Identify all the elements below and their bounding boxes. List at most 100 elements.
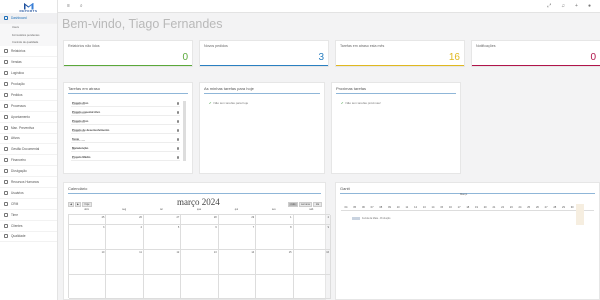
calendar-day[interactable] [181,275,219,299]
calendar-day[interactable]: 5 [143,225,182,250]
prev-button[interactable]: ◀ [68,202,74,207]
day-number: 9 [327,226,329,229]
sidebar-item-0[interactable]: Dashboard [0,13,57,24]
calendar-day[interactable]: 4 [106,225,144,250]
sidebar-item-label: Recursos Humanos [11,180,39,185]
brand-logo[interactable]: REPORTS [0,0,57,13]
stat-card[interactable]: Tarefas em atraso esta mês 16 [335,40,465,67]
sidebar-item-label: Pedidos [11,92,23,97]
task-row[interactable]: Teste Relatório: nao [71,137,180,143]
sidebar-item-10[interactable]: Gestão Documental [0,144,57,156]
nav-icon [4,158,8,163]
sidebar-item-11[interactable]: Financeiro [0,155,57,167]
calendar-panel: Calendário ◀ ▶ hoje março 2024 mês seman… [63,182,331,300]
view-week-button[interactable]: semana [299,202,312,207]
calendar-day[interactable]: 16 [293,250,331,275]
calendar-day[interactable]: 26 [106,215,144,225]
sidebar-item-8[interactable]: Man. Preventiva [0,123,57,134]
search-icon[interactable]: ⌕ [80,3,83,9]
calendar-day[interactable]: 25 [69,215,107,225]
search-icon[interactable] [176,129,179,132]
calendar-day[interactable]: 7 [218,225,257,250]
today-button[interactable]: hoje [82,202,92,207]
calendar-day[interactable]: 8 [256,225,294,250]
user-icon[interactable]: ● [588,3,591,9]
calendar-day[interactable] [218,275,257,299]
calendar-day[interactable] [143,275,182,299]
calendar-day[interactable]: 12 [143,250,182,275]
expand-icon[interactable]: ⤢ [547,3,551,9]
calendar-day[interactable]: 6 [181,225,219,250]
sidebar-item-16[interactable]: Time [0,210,57,221]
search-icon[interactable] [176,156,179,159]
day-number: 4 [140,226,142,229]
sidebar-subitem[interactable]: Users [0,23,57,32]
search-icon[interactable] [176,120,179,123]
stat-card[interactable]: Novos pedidos 3 [199,40,329,67]
calendar-day[interactable]: 2 [293,215,331,225]
sidebar-item-3[interactable]: Logística [0,68,57,80]
menu-icon[interactable]: ≡ [67,3,70,9]
search-icon[interactable] [176,102,179,105]
calendar-day[interactable]: 27 [143,215,182,225]
view-month-button[interactable]: mês [288,202,298,207]
calendar-day[interactable]: 28 [181,215,219,225]
view-day-button[interactable]: dia [313,202,322,207]
sidebar-item-label: Divulgação [11,169,27,174]
sidebar-item-label: Vendas [11,60,22,65]
nav-icon [4,82,8,86]
task-row[interactable]: Projeto de desenvolvimento Relatório: nao [71,128,180,134]
task-row[interactable]: Projeto Alvo Relatório: nao [71,119,180,125]
calendar-day[interactable] [293,275,331,299]
sidebar-item-13[interactable]: Recursos Humanos [0,177,57,188]
nav-icon [4,234,8,239]
sidebar-item-1[interactable]: Relatórios [0,46,57,58]
nav-icon [4,103,8,108]
nav-icon [4,190,8,195]
sidebar-item-5[interactable]: Pedidos [0,90,57,101]
bell-icon[interactable]: ♫ [561,3,565,9]
gantt-panel: Gantt Março 04 05 06 07 08 09 10 11 12 13 14 15 16 17… [335,182,600,300]
task-scrollbar[interactable] [183,101,186,161]
task-row[interactable]: Projeto especial Alvo Relatório: nao [71,110,180,116]
sidebar-item-18[interactable]: Qualidade [0,232,57,243]
calendar-day[interactable]: 29 [218,215,257,225]
gantt-task-bar[interactable] [352,217,360,220]
calendar-day[interactable]: 14 [218,250,257,275]
stat-card[interactable]: Relatórios não lidos 0 [63,40,193,67]
add-icon[interactable]: + [575,3,578,9]
next-button[interactable]: ▶ [75,202,81,207]
calendar-day[interactable]: 13 [181,250,219,275]
gantt-day: 13 [422,206,426,209]
task-row[interactable]: Manutenção Pré [71,146,180,152]
sidebar-item-17[interactable]: Clientes [0,221,57,232]
calendar-day[interactable] [256,275,294,299]
nav-icon [4,49,8,54]
calendar-day[interactable]: 10 [69,250,107,275]
sidebar-item-14[interactable]: Usuários [0,188,57,199]
sidebar-item-12[interactable]: Divulgação [0,166,57,178]
sidebar-item-6[interactable]: Processos [0,101,57,112]
calendar-day[interactable] [106,275,144,299]
calendar-day[interactable]: 1 [256,215,294,225]
sidebar-item-2[interactable]: Vendas [0,57,57,69]
search-icon[interactable] [176,138,179,141]
calendar-day[interactable] [69,275,107,299]
sidebar-item-7[interactable]: Apontamento [0,112,57,123]
task-row[interactable]: Projeto Médio Pré [71,155,180,161]
calendar-day[interactable]: 15 [256,250,294,275]
day-header: qui [234,208,239,211]
sidebar-item-15[interactable]: CRM [0,199,57,210]
calendar-day[interactable]: 9 [293,225,331,250]
stat-card[interactable]: Notificações 0 [471,40,600,67]
task-row[interactable]: Projeto Alvo Relatório: nao [71,101,180,107]
nav-icon [4,92,8,97]
sidebar-item-4[interactable]: Produção [0,79,57,90]
sidebar-subitem[interactable]: Formulários pendentes [0,31,57,39]
sidebar-subitem[interactable]: Controle de qualidade [0,38,57,47]
search-icon[interactable] [176,147,179,150]
calendar-day[interactable]: 3 [69,225,107,250]
sidebar-item-9[interactable]: Ativos [0,134,57,145]
search-icon[interactable] [176,111,179,114]
calendar-day[interactable]: 11 [106,250,144,275]
